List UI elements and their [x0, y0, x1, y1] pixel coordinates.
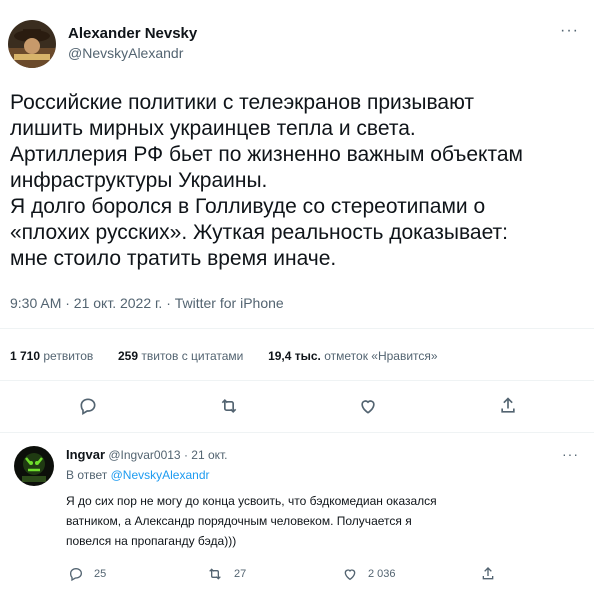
reply-text-line: повелся на пропаганду бэда)))	[66, 534, 237, 548]
reply-button[interactable]	[78, 396, 98, 416]
likes-count: 19,4 тыс.	[268, 349, 321, 363]
avatar-image	[14, 446, 54, 486]
tweet-stats: 1 710 ретвитов 259 твитов с цитатами 19,…	[10, 349, 438, 363]
heart-icon	[344, 569, 356, 581]
reply-author-avatar[interactable]	[14, 446, 54, 486]
reply-share-button[interactable]	[480, 565, 496, 588]
reply-text-line: Я до сих пор не могу до конца усвоить, ч…	[66, 494, 437, 508]
tweet-text-line: Российские политики с телеэкранов призыв…	[10, 91, 474, 114]
reply-header: Ingvar @Ingvar0013 · 21 окт.	[66, 447, 228, 462]
divider	[0, 432, 594, 433]
retweets-label: ретвитов	[43, 349, 94, 363]
quotes-stat[interactable]: 259 твитов с цитатами	[118, 349, 247, 363]
retweet-icon	[221, 398, 237, 414]
share-icon	[482, 567, 494, 580]
author-name[interactable]: Alexander Nevsky	[68, 25, 197, 42]
tweet-meta[interactable]: 9:30 AM · 21 окт. 2022 г. · Twitter for …	[10, 295, 284, 311]
tweet-text-line: лишить мирных украинцев тепла и света.	[10, 117, 416, 140]
reply-like-count: 2 036	[368, 568, 396, 580]
tweet-text-line: «плохих русских». Жуткая реальность дока…	[10, 221, 509, 244]
more-dots-icon: ···	[560, 22, 579, 39]
more-options-button[interactable]: ···	[560, 22, 579, 40]
quotes-count: 259	[118, 349, 139, 363]
reply-author-name[interactable]: Ingvar	[66, 447, 105, 462]
likes-stat[interactable]: 19,4 тыс. отметок «Нравится»	[268, 349, 438, 363]
reply-author-handle[interactable]: @Ingvar0013	[108, 448, 180, 462]
in-reply-prefix: В ответ	[66, 468, 108, 482]
divider	[0, 328, 594, 329]
in-reply-mention[interactable]: @NevskyAlexandr	[111, 468, 210, 482]
reply-retweet-button[interactable]: 27	[206, 566, 246, 582]
tweet-text-line: Артиллерия РФ бьет по жизненно важным об…	[10, 143, 523, 166]
retweet-button[interactable]	[218, 396, 240, 416]
reply-icon	[80, 398, 96, 415]
share-icon	[501, 397, 515, 413]
author-avatar[interactable]	[8, 20, 56, 68]
reply-text-line: ватником, а Александр порядочным человек…	[66, 514, 412, 528]
reply-reply-button[interactable]: 25	[68, 566, 106, 582]
reply-more-options-button[interactable]: ···	[562, 446, 579, 462]
more-dots-icon: ···	[562, 446, 579, 462]
retweets-stat[interactable]: 1 710 ретвитов	[10, 349, 97, 363]
reply-retweet-count: 27	[234, 568, 247, 580]
reply-icon	[69, 567, 83, 582]
retweets-count: 1 710	[10, 349, 41, 363]
reply-reply-count: 25	[94, 568, 107, 580]
in-reply-to: В ответ @NevskyAlexandr	[66, 468, 210, 482]
tweet-text-line: Я долго боролся в Голливуде со стереотип…	[10, 195, 486, 218]
share-button[interactable]	[498, 395, 518, 417]
avatar-image	[8, 20, 56, 68]
reply-like-button[interactable]: 2 036	[342, 566, 396, 582]
likes-label: отметок «Нравится»	[324, 349, 438, 363]
reply-date[interactable]: · 21 окт.	[184, 448, 228, 462]
tweet-text-line: мне стоило тратить время иначе.	[10, 247, 337, 270]
tweet-text: Российские политики с телеэкранов призыв…	[10, 90, 590, 272]
author-handle[interactable]: @NevskyAlexandr	[68, 45, 183, 61]
reply-text: Я до сих пор не могу до конца усвоить, ч…	[66, 491, 586, 551]
divider	[0, 380, 594, 381]
heart-icon	[361, 400, 375, 414]
retweet-icon	[209, 568, 221, 580]
tweet-text-line: инфраструктуры Украины.	[10, 169, 268, 192]
like-button[interactable]	[358, 396, 378, 416]
quotes-label: твитов с цитатами	[141, 349, 244, 363]
